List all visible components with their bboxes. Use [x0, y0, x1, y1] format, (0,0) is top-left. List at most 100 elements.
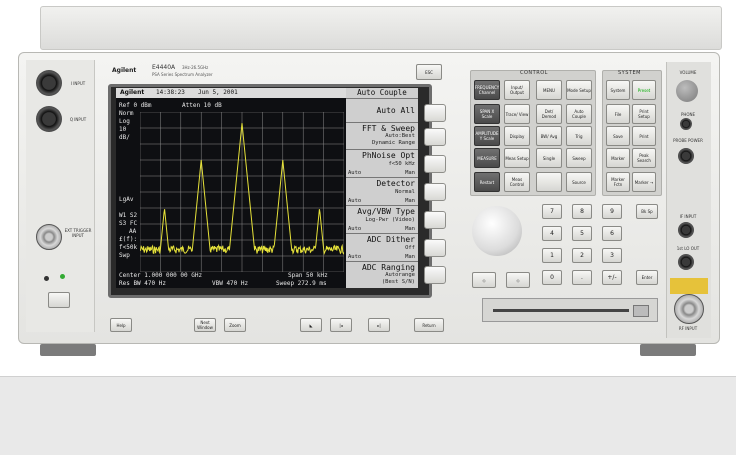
- softkey-button-7[interactable]: [424, 266, 446, 284]
- softkey-fft-sweep[interactable]: FFT & Sweep Auto:Best Dynamic Range: [346, 123, 418, 150]
- system-key[interactable]: Save: [606, 126, 630, 146]
- control-key[interactable]: SPAN X Scale: [474, 104, 500, 124]
- q-input-connector[interactable]: [36, 106, 62, 132]
- keypad-key-label: .: [581, 274, 583, 281]
- system-key[interactable]: Marker: [606, 148, 630, 168]
- keypad-key[interactable]: 3: [602, 248, 622, 263]
- span: Span 50 kHz: [288, 272, 328, 279]
- system-key[interactable]: Peak Search: [632, 148, 656, 168]
- help-button[interactable]: Help: [110, 318, 132, 332]
- return-button[interactable]: Return: [414, 318, 444, 332]
- tab-left-icon[interactable]: ◣: [300, 318, 322, 332]
- control-key[interactable]: Mode Setup: [566, 80, 592, 100]
- keypad-key[interactable]: 0: [542, 270, 562, 285]
- i-input-label: I INPUT: [70, 81, 86, 86]
- system-key[interactable]: File: [606, 104, 630, 124]
- control-key[interactable]: FREQUENCY Channel: [474, 80, 500, 100]
- softkey-button-2[interactable]: [424, 128, 446, 146]
- control-key[interactable]: BW/ Avg: [536, 126, 562, 146]
- keypad-key[interactable]: 5: [572, 226, 592, 241]
- trace-status-5: f<50k: [119, 244, 138, 251]
- zoom-button[interactable]: Zoom: [224, 318, 246, 332]
- tab-next-icon[interactable]: ▸|: [368, 318, 390, 332]
- enter-key[interactable]: Enter: [636, 270, 658, 285]
- ext-trigger-label: EXT TRIGGER INPUT: [64, 228, 92, 238]
- control-key[interactable]: MENU: [536, 80, 562, 100]
- softkey-button-5[interactable]: [424, 211, 446, 229]
- i-input-connector[interactable]: [36, 70, 62, 96]
- softkey-button-1[interactable]: [424, 104, 446, 122]
- keypad-key[interactable]: 2: [572, 248, 592, 263]
- keypad-key[interactable]: 7: [542, 204, 562, 219]
- control-key[interactable]: Meas Setup: [504, 148, 530, 168]
- ext-trigger-connector[interactable]: [36, 224, 62, 250]
- control-key-label: Meas Control: [509, 177, 525, 187]
- system-key[interactable]: Preset: [632, 80, 656, 100]
- left-input-panel: I INPUT Q INPUT EXT TRIGGER INPUT: [26, 60, 95, 332]
- control-group-label: CONTROL: [520, 70, 548, 76]
- control-key[interactable]: Sweep: [566, 148, 592, 168]
- control-key[interactable]: Restart: [474, 172, 500, 192]
- keypad-key[interactable]: 9: [602, 204, 622, 219]
- softkey-adc-ranging[interactable]: ADC Ranging Autorange (Best S/N): [346, 262, 418, 288]
- rotary-knob[interactable]: [472, 206, 522, 256]
- control-key[interactable]: AMPLITUDE Y Scale: [474, 126, 500, 146]
- control-key-label: Trig: [575, 133, 583, 139]
- phone-jack[interactable]: [680, 118, 692, 130]
- arrow-up-key[interactable]: ◇: [506, 272, 530, 288]
- backspace-key[interactable]: Bk Sp: [636, 204, 658, 219]
- softkey-phnoise-opt[interactable]: PhNoise Opt f<50 kHz Auto Man: [346, 150, 418, 178]
- keypad-key[interactable]: +/-: [602, 270, 622, 285]
- control-key[interactable]: Single: [536, 148, 562, 168]
- keypad-key[interactable]: .: [572, 270, 592, 285]
- system-key[interactable]: Marker →: [632, 172, 656, 192]
- trace-status-3: AA: [129, 228, 137, 235]
- control-key-label: Meas Setup: [505, 155, 529, 161]
- keypad-key[interactable]: 1: [542, 248, 562, 263]
- control-key[interactable]: Meas Control: [504, 172, 530, 192]
- system-key[interactable]: Marker Fctn: [606, 172, 630, 192]
- esc-button[interactable]: ESC: [416, 64, 442, 80]
- floppy-eject-button[interactable]: [633, 305, 649, 317]
- softkey-auto-all[interactable]: Auto All: [346, 99, 418, 123]
- lo-out-connector[interactable]: [678, 254, 694, 270]
- control-key[interactable]: MEASURE: [474, 148, 500, 168]
- softkey-avg-vbw-type[interactable]: Avg/VBW Type Log-Pwr (Video) Auto Man: [346, 206, 418, 234]
- volume-label: VOLUME: [679, 70, 697, 75]
- volume-knob[interactable]: [676, 80, 698, 102]
- softkey-auto: Auto: [348, 254, 362, 260]
- system-key[interactable]: Print: [632, 126, 656, 146]
- system-key[interactable]: System: [606, 80, 630, 100]
- control-key[interactable]: Auto Couple: [566, 104, 592, 124]
- arrow-icon: ◣: [309, 322, 313, 328]
- control-key[interactable]: Trace/ View: [504, 104, 530, 124]
- control-key[interactable]: Input/ Output: [504, 80, 530, 100]
- next-window-button[interactable]: Next Window: [194, 318, 216, 332]
- rf-input-connector[interactable]: [674, 294, 704, 324]
- keypad-key[interactable]: 8: [572, 204, 592, 219]
- keypad-key[interactable]: 4: [542, 226, 562, 241]
- softkey-sub: Autorange: [385, 272, 415, 278]
- softkey-adc-dither[interactable]: ADC Dither Off Auto Man: [346, 234, 418, 262]
- control-key[interactable]: Trig: [566, 126, 592, 146]
- system-key-label: Print Setup: [638, 109, 650, 119]
- power-button[interactable]: [48, 292, 70, 308]
- control-key[interactable]: Det/ Demod: [536, 104, 562, 124]
- softkey-button-6[interactable]: [424, 239, 446, 257]
- control-key[interactable]: [536, 172, 562, 192]
- keypad-key[interactable]: 6: [602, 226, 622, 241]
- zoom-label: Zoom: [229, 322, 241, 328]
- control-key[interactable]: Display: [504, 126, 530, 146]
- if-input-connector[interactable]: [678, 222, 694, 238]
- warning-label: [670, 278, 708, 294]
- system-key[interactable]: Print Setup: [632, 104, 656, 124]
- softkey-detector[interactable]: Detector Normal Auto Man: [346, 178, 418, 206]
- arrow-down-key[interactable]: ◇: [472, 272, 496, 288]
- softkey-button-3[interactable]: [424, 155, 446, 173]
- softkey-button-4[interactable]: [424, 183, 446, 201]
- probe-power-connector[interactable]: [678, 148, 694, 164]
- tab-prev-icon[interactable]: |◂: [330, 318, 352, 332]
- control-key-label: MEASURE: [477, 155, 497, 161]
- control-key[interactable]: Source: [566, 172, 592, 192]
- control-key-label: Mode Setup: [567, 87, 591, 93]
